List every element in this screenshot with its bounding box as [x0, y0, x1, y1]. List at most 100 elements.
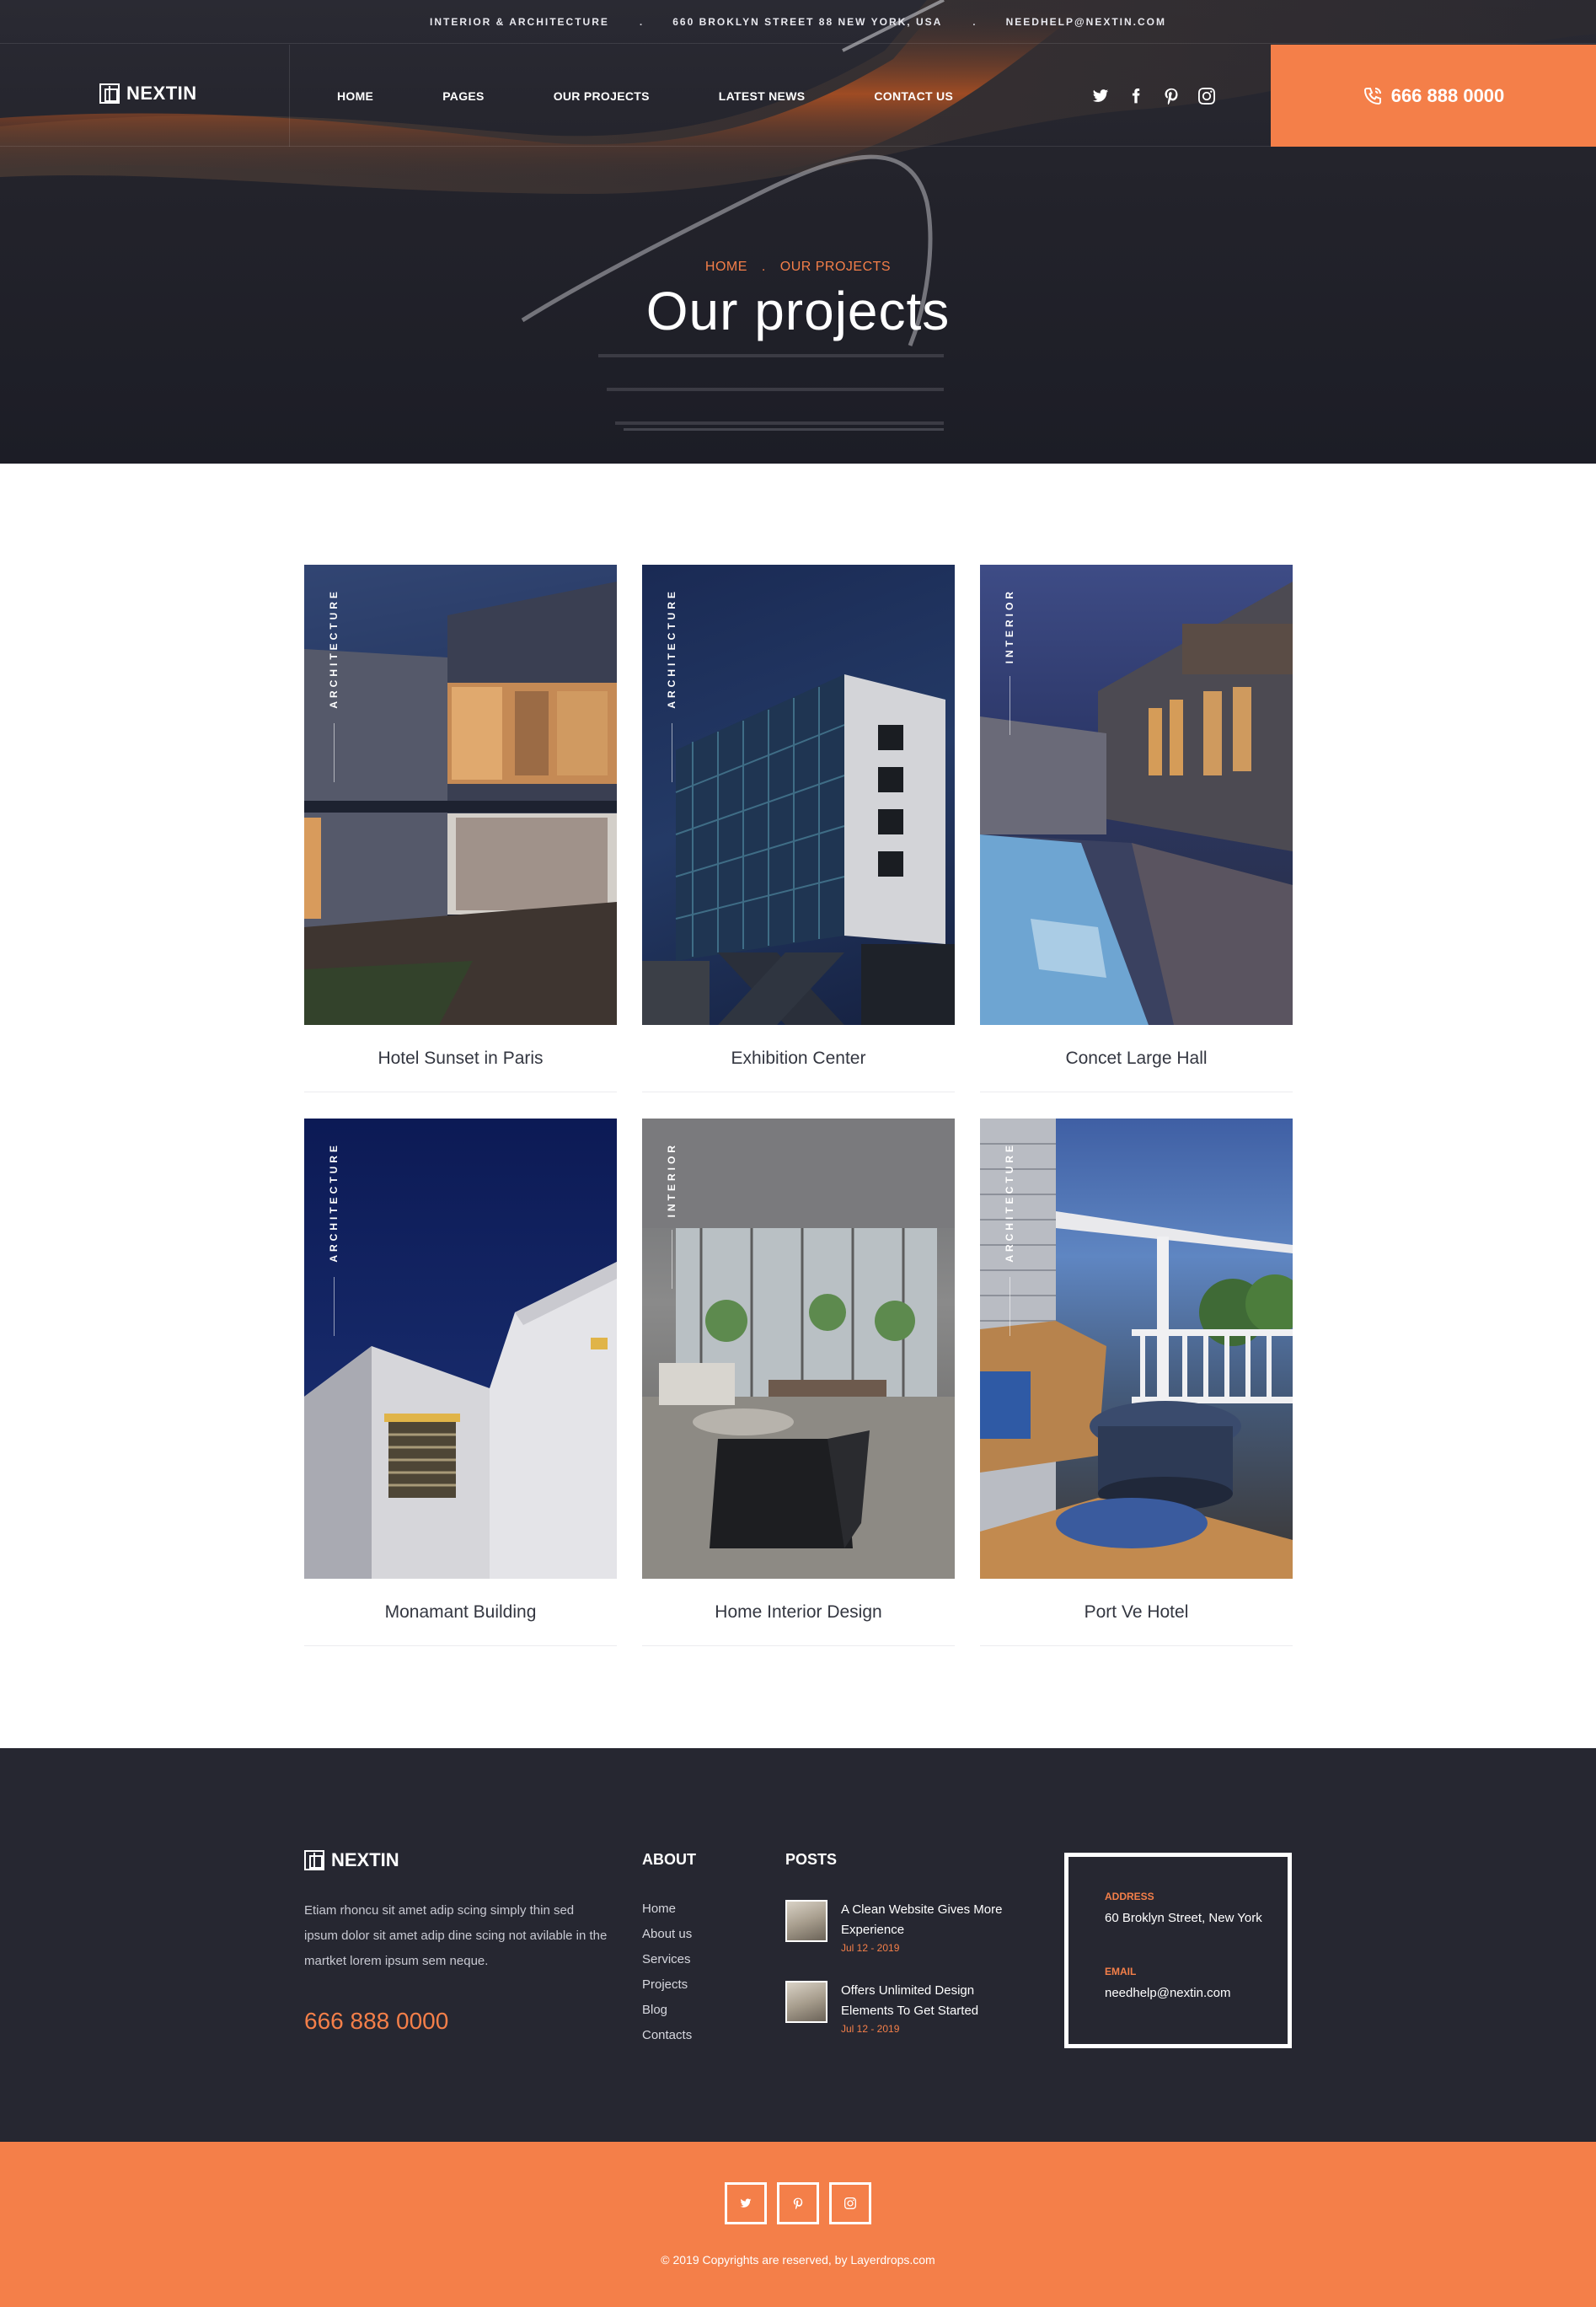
footer-link-blog[interactable]: Blog: [642, 1998, 692, 2023]
footer-posts-title: POSTS: [785, 1851, 838, 1868]
email-value[interactable]: needhelp@nextin.com: [1105, 1986, 1288, 2000]
bottom-bar: © 2019 Copyrights are reserved, by Layer…: [0, 2142, 1596, 2307]
post-thumbnail[interactable]: [785, 1981, 827, 2023]
project-image[interactable]: ARCHITECTURE: [304, 1119, 617, 1579]
footer-about-text: Etiam rhoncu sit amet adip scing simply …: [304, 1903, 608, 1968]
top-info-bar: INTERIOR & ARCHITECTURE . 660 BROKLYN ST…: [0, 0, 1596, 44]
building-illustration: [304, 565, 617, 1025]
breadcrumb: HOME . OUR PROJECTS: [0, 260, 1596, 275]
footer-brand-logo[interactable]: NEXTIN: [304, 1849, 399, 1871]
pinterest-icon[interactable]: [1163, 88, 1180, 105]
phone-number: 666 888 0000: [1390, 84, 1505, 106]
nav-menu: HOME PAGES OUR PROJECTS LATEST NEWS CONT…: [337, 45, 953, 147]
facebook-icon[interactable]: [1127, 88, 1144, 105]
project-title[interactable]: Monamant Building: [304, 1579, 617, 1646]
project-category: INTERIOR: [666, 1142, 677, 1218]
breadcrumb-current: OUR PROJECTS: [779, 260, 892, 274]
pinterest-icon: [793, 2197, 803, 2209]
nav-divider: [289, 45, 290, 147]
category-divider: [334, 1277, 335, 1336]
logo-icon: [99, 83, 120, 104]
project-card[interactable]: ARCHITECTURE Exhibition Center: [642, 565, 955, 1092]
project-category: ARCHITECTURE: [328, 588, 340, 709]
address-value: 60 Broklyn Street, New York: [1105, 1911, 1262, 1925]
nav-item-latest-news[interactable]: LATEST NEWS: [719, 89, 806, 103]
project-category: ARCHITECTURE: [328, 1142, 340, 1263]
project-image[interactable]: ARCHITECTURE: [304, 565, 617, 1025]
footer: NEXTIN Etiam rhoncu sit amet adip scing …: [0, 1748, 1596, 2142]
nav-item-home[interactable]: HOME: [337, 89, 373, 103]
post-date: Jul 12 - 2019: [841, 2023, 900, 2035]
topbar-tagline: INTERIOR & ARCHITECTURE: [429, 15, 609, 28]
category-divider: [334, 723, 335, 782]
project-title[interactable]: Home Interior Design: [642, 1579, 955, 1646]
topbar-address: 660 BROKLYN STREET 88 NEW YORK, USA: [672, 15, 943, 28]
phone-icon: [1363, 87, 1381, 105]
twitter-icon[interactable]: [1092, 88, 1109, 105]
project-title[interactable]: Concet Large Hall: [980, 1025, 1293, 1092]
topbar-email[interactable]: NEEDHELP@NEXTIN.COM: [1006, 16, 1166, 28]
footer-link-contacts[interactable]: Contacts: [642, 2023, 692, 2048]
topbar-separator: .: [639, 15, 643, 28]
project-card[interactable]: ARCHITECTURE Hotel Sunset in Paris: [304, 565, 617, 1092]
post-title[interactable]: Offers Unlimited Design Elements To Get …: [841, 1981, 1026, 2021]
footer-link-home[interactable]: Home: [642, 1897, 692, 1922]
project-card[interactable]: ARCHITECTURE Monamant Building: [304, 1119, 617, 1646]
phone-button[interactable]: 666 888 0000: [1271, 45, 1596, 147]
twitter-button[interactable]: [725, 2182, 767, 2224]
project-card[interactable]: INTERIOR Home Interior Design: [642, 1119, 955, 1646]
address-label: ADDRESS: [1105, 1891, 1154, 1902]
brand-name: NEXTIN: [126, 83, 197, 104]
project-category: ARCHITECTURE: [1004, 1142, 1015, 1263]
footer-phone[interactable]: 666 888 0000: [304, 2008, 448, 2035]
project-card[interactable]: ARCHITECTURE Port Ve Hotel: [980, 1119, 1293, 1646]
nav-item-our-projects[interactable]: OUR PROJECTS: [554, 89, 650, 103]
building-illustration: [980, 582, 1293, 1025]
project-image[interactable]: ARCHITECTURE: [642, 565, 955, 1025]
footer-about-links: Home About us Services Projects Blog Con…: [642, 1897, 692, 2048]
footer-contact-box: ADDRESS 60 Broklyn Street, New York EMAI…: [1064, 1853, 1292, 2048]
nav-item-contact-us[interactable]: CONTACT US: [874, 89, 953, 103]
project-image[interactable]: ARCHITECTURE: [980, 1119, 1293, 1579]
topbar-separator: .: [972, 15, 976, 28]
project-image[interactable]: INTERIOR: [980, 565, 1293, 1025]
footer-post[interactable]: Offers Unlimited Design Elements To Get …: [785, 1981, 1026, 2035]
post-thumbnail[interactable]: [785, 1900, 827, 1942]
project-title[interactable]: Hotel Sunset in Paris: [304, 1025, 617, 1092]
project-title[interactable]: Port Ve Hotel: [980, 1579, 1293, 1646]
social-links: [1092, 45, 1215, 147]
patio-illustration: [980, 1119, 1293, 1579]
hero-section: INTERIOR & ARCHITECTURE . 660 BROKLYN ST…: [0, 0, 1596, 464]
building-illustration: [642, 674, 955, 1025]
breadcrumb-home[interactable]: HOME: [705, 260, 747, 274]
instagram-icon[interactable]: [1198, 87, 1215, 105]
project-card[interactable]: INTERIOR Concet Large Hall: [980, 565, 1293, 1092]
page-title: Our projects: [645, 281, 951, 341]
post-date: Jul 12 - 2019: [841, 1942, 900, 1954]
nav-item-pages[interactable]: PAGES: [442, 89, 484, 103]
project-category: ARCHITECTURE: [666, 588, 677, 709]
bottom-social-links: [0, 2182, 1596, 2224]
post-title[interactable]: A Clean Website Gives More Experience: [841, 1900, 1026, 1940]
footer-brand-name: NEXTIN: [331, 1849, 399, 1870]
footer-about-title: ABOUT: [642, 1851, 696, 1868]
pinterest-button[interactable]: [777, 2182, 819, 2224]
footer-link-about[interactable]: About us: [642, 1922, 692, 1947]
email-label: EMAIL: [1105, 1966, 1137, 1977]
instagram-icon: [844, 2197, 856, 2209]
room-illustration: [642, 1119, 955, 1579]
footer-link-projects[interactable]: Projects: [642, 1972, 692, 1998]
breadcrumb-separator: .: [761, 260, 766, 274]
twitter-icon: [740, 2198, 752, 2208]
main-navbar: NEXTIN HOME PAGES OUR PROJECTS LATEST NE…: [0, 45, 1596, 147]
footer-link-services[interactable]: Services: [642, 1947, 692, 1972]
project-category: INTERIOR: [1004, 588, 1015, 664]
project-image[interactable]: INTERIOR: [642, 1119, 955, 1579]
instagram-button[interactable]: [829, 2182, 871, 2224]
brand-logo[interactable]: NEXTIN: [99, 83, 197, 105]
building-illustration: [304, 1262, 617, 1579]
project-title[interactable]: Exhibition Center: [642, 1025, 955, 1092]
footer-post[interactable]: A Clean Website Gives More Experience Ju…: [785, 1900, 1026, 1954]
copyright-text: © 2019 Copyrights are reserved, by Layer…: [661, 2253, 935, 2267]
logo-icon: [304, 1850, 324, 1870]
